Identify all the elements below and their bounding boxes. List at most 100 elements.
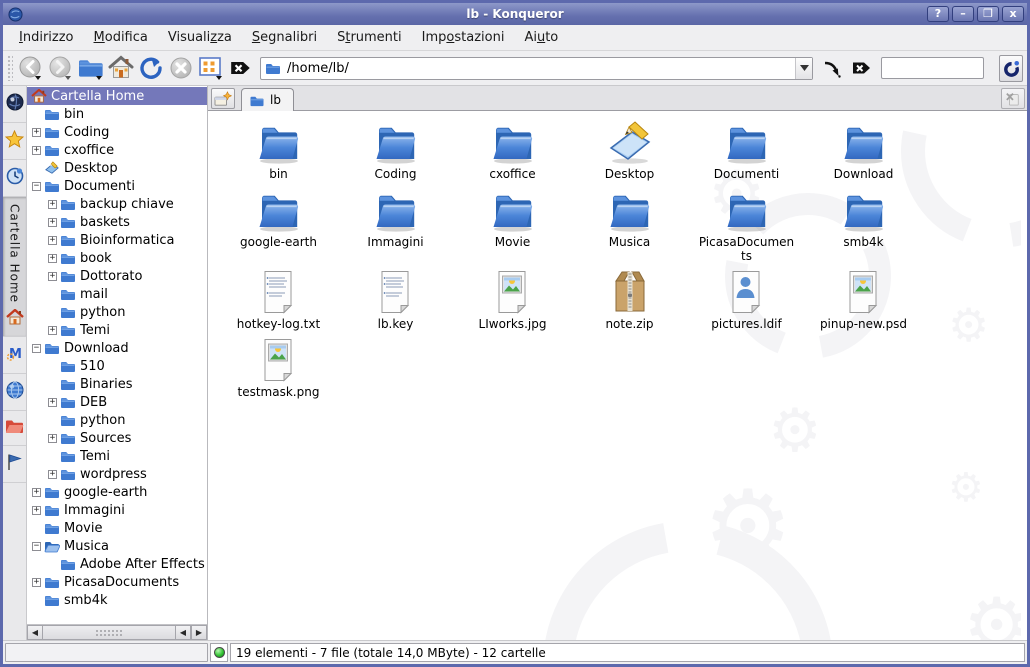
home-folder-tab[interactable]: Cartella Home bbox=[3, 197, 26, 337]
file-item-documenti[interactable]: Documenti bbox=[688, 119, 805, 181]
tree-item-movie[interactable]: Movie bbox=[27, 519, 207, 537]
tree-item-binaries[interactable]: Binaries bbox=[27, 375, 207, 393]
tree-item-bioinformatica[interactable]: +Bioinformatica bbox=[27, 231, 207, 249]
stop-button[interactable] bbox=[166, 54, 196, 83]
tree-item-book[interactable]: +book bbox=[27, 249, 207, 267]
menu-indirizzo[interactable]: Indirizzo bbox=[9, 27, 84, 48]
close-button[interactable]: x bbox=[1002, 6, 1024, 22]
menu-modifica[interactable]: Modifica bbox=[84, 27, 158, 48]
file-item-smb4k[interactable]: smb4k bbox=[805, 187, 922, 263]
file-item-liworks-jpg[interactable]: LIworks.jpg bbox=[454, 269, 571, 331]
tree-item-python[interactable]: python bbox=[27, 303, 207, 321]
home-button[interactable] bbox=[106, 54, 136, 83]
expand-plus-icon[interactable]: + bbox=[48, 272, 57, 281]
go-button[interactable] bbox=[817, 54, 847, 83]
network-tab[interactable] bbox=[3, 374, 26, 411]
scroll-left-button[interactable]: ◀ bbox=[27, 625, 43, 640]
expand-plus-icon[interactable]: + bbox=[32, 506, 41, 515]
clear-search-button[interactable] bbox=[847, 54, 877, 83]
title-bar[interactable]: lb - Konqueror ? – ❒ x bbox=[3, 3, 1027, 25]
up-button[interactable] bbox=[76, 54, 106, 83]
help-button[interactable]: ? bbox=[927, 6, 949, 22]
tree-item-baskets[interactable]: +baskets bbox=[27, 213, 207, 231]
file-item-note-zip[interactable]: note.zip bbox=[571, 269, 688, 331]
menu-impostazioni[interactable]: Impostazioni bbox=[412, 27, 515, 48]
bookmarks-tab[interactable] bbox=[3, 123, 26, 160]
reload-button[interactable] bbox=[136, 54, 166, 83]
tree-item-coding[interactable]: +Coding bbox=[27, 123, 207, 141]
tree-item-adobe-after-effects-7[interactable]: Adobe After Effects 7 bbox=[27, 555, 207, 573]
expand-plus-icon[interactable]: + bbox=[32, 146, 41, 155]
tree-item-download[interactable]: −Download bbox=[27, 339, 207, 357]
expand-plus-icon[interactable]: + bbox=[48, 326, 57, 335]
tree-item-deb[interactable]: +DEB bbox=[27, 393, 207, 411]
collapse-minus-icon[interactable]: − bbox=[32, 542, 41, 551]
expand-plus-icon[interactable]: + bbox=[48, 236, 57, 245]
close-tab-button[interactable] bbox=[1001, 88, 1025, 109]
collapse-minus-icon[interactable]: − bbox=[32, 344, 41, 353]
tree-item-google-earth[interactable]: +google-earth bbox=[27, 483, 207, 501]
konqueror-tab[interactable] bbox=[3, 86, 26, 123]
location-input[interactable]: /home/lb/ bbox=[287, 61, 795, 76]
tree-item-wordpress[interactable]: +wordpress bbox=[27, 465, 207, 483]
tree-item-documenti[interactable]: −Documenti bbox=[27, 177, 207, 195]
expand-plus-icon[interactable]: + bbox=[48, 200, 57, 209]
tree-item-temi[interactable]: Temi bbox=[27, 447, 207, 465]
tree-item-sources[interactable]: +Sources bbox=[27, 429, 207, 447]
tree-item-desktop[interactable]: Desktop bbox=[27, 159, 207, 177]
view-mode-button[interactable] bbox=[196, 54, 226, 83]
file-item-coding[interactable]: Coding bbox=[337, 119, 454, 181]
scroll-right-button[interactable]: ▶ bbox=[191, 625, 207, 640]
file-item-picasadocuments[interactable]: PicasaDocuments bbox=[688, 187, 805, 263]
expand-plus-icon[interactable]: + bbox=[32, 578, 41, 587]
file-item-download[interactable]: Download bbox=[805, 119, 922, 181]
file-item-pictures-ldif[interactable]: pictures.ldif bbox=[688, 269, 805, 331]
forward-button[interactable] bbox=[46, 54, 76, 83]
toolbar-grip[interactable] bbox=[7, 55, 13, 81]
back-button[interactable] bbox=[16, 54, 46, 83]
file-item-lb-key[interactable]: lb.key bbox=[337, 269, 454, 331]
search-input[interactable] bbox=[881, 57, 984, 79]
menu-segnalibri[interactable]: Segnalibri bbox=[242, 27, 327, 48]
tree-item-python[interactable]: python bbox=[27, 411, 207, 429]
file-item-musica[interactable]: Musica bbox=[571, 187, 688, 263]
services-tab[interactable] bbox=[3, 446, 26, 483]
tree-item-temi[interactable]: +Temi bbox=[27, 321, 207, 339]
scroll-left-button-2[interactable]: ◀ bbox=[175, 625, 191, 640]
clear-location-button[interactable] bbox=[226, 54, 256, 83]
sidebar-hscrollbar[interactable]: ◀ ◀ ▶ bbox=[27, 624, 207, 640]
file-item-cxoffice[interactable]: cxoffice bbox=[454, 119, 571, 181]
root-folder-tab[interactable] bbox=[3, 411, 26, 446]
tree-item-picasadocuments[interactable]: +PicasaDocuments bbox=[27, 573, 207, 591]
expand-plus-icon[interactable]: + bbox=[48, 254, 57, 263]
expand-plus-icon[interactable]: + bbox=[48, 470, 57, 479]
tree-item-cartella-home[interactable]: Cartella Home bbox=[27, 87, 207, 105]
expand-plus-icon[interactable]: + bbox=[48, 218, 57, 227]
menu-strumenti[interactable]: Strumenti bbox=[327, 27, 412, 48]
maximize-button[interactable]: ❒ bbox=[977, 6, 999, 22]
tree-item-dottorato[interactable]: +Dottorato bbox=[27, 267, 207, 285]
history-tab[interactable] bbox=[3, 160, 26, 197]
collapse-minus-icon[interactable]: − bbox=[32, 182, 41, 191]
file-item-google-earth[interactable]: google-earth bbox=[220, 187, 337, 263]
scrollbar-track[interactable] bbox=[43, 625, 175, 640]
minimize-button[interactable]: – bbox=[952, 6, 974, 22]
tree-item-mail[interactable]: mail bbox=[27, 285, 207, 303]
scrollbar-thumb[interactable] bbox=[95, 629, 123, 637]
file-view[interactable]: ⚙ ⚙ ⚙ ⚙ ⚙ ⚙ bin Coding c bbox=[208, 111, 1027, 640]
location-bar[interactable]: /home/lb/ bbox=[260, 57, 813, 80]
file-item-testmask-png[interactable]: testmask.png bbox=[220, 337, 337, 399]
tree-item-backup-chiave[interactable]: +backup chiave bbox=[27, 195, 207, 213]
file-item-immagini[interactable]: Immagini bbox=[337, 187, 454, 263]
expand-plus-icon[interactable]: + bbox=[32, 488, 41, 497]
tree-item-smb4k[interactable]: smb4k bbox=[27, 591, 207, 609]
menu-visualizza[interactable]: Visualizza bbox=[158, 27, 242, 48]
tree-item-immagini[interactable]: +Immagini bbox=[27, 501, 207, 519]
tab-lb[interactable]: lb bbox=[241, 88, 294, 111]
tree-item-cxoffice[interactable]: +cxoffice bbox=[27, 141, 207, 159]
tree-item-510[interactable]: 510 bbox=[27, 357, 207, 375]
location-dropdown-button[interactable] bbox=[795, 58, 812, 79]
metabar-tab[interactable]: M bbox=[3, 337, 26, 374]
file-item-pinup-new-psd[interactable]: pinup-new.psd bbox=[805, 269, 922, 331]
throbber-button[interactable] bbox=[999, 55, 1023, 82]
